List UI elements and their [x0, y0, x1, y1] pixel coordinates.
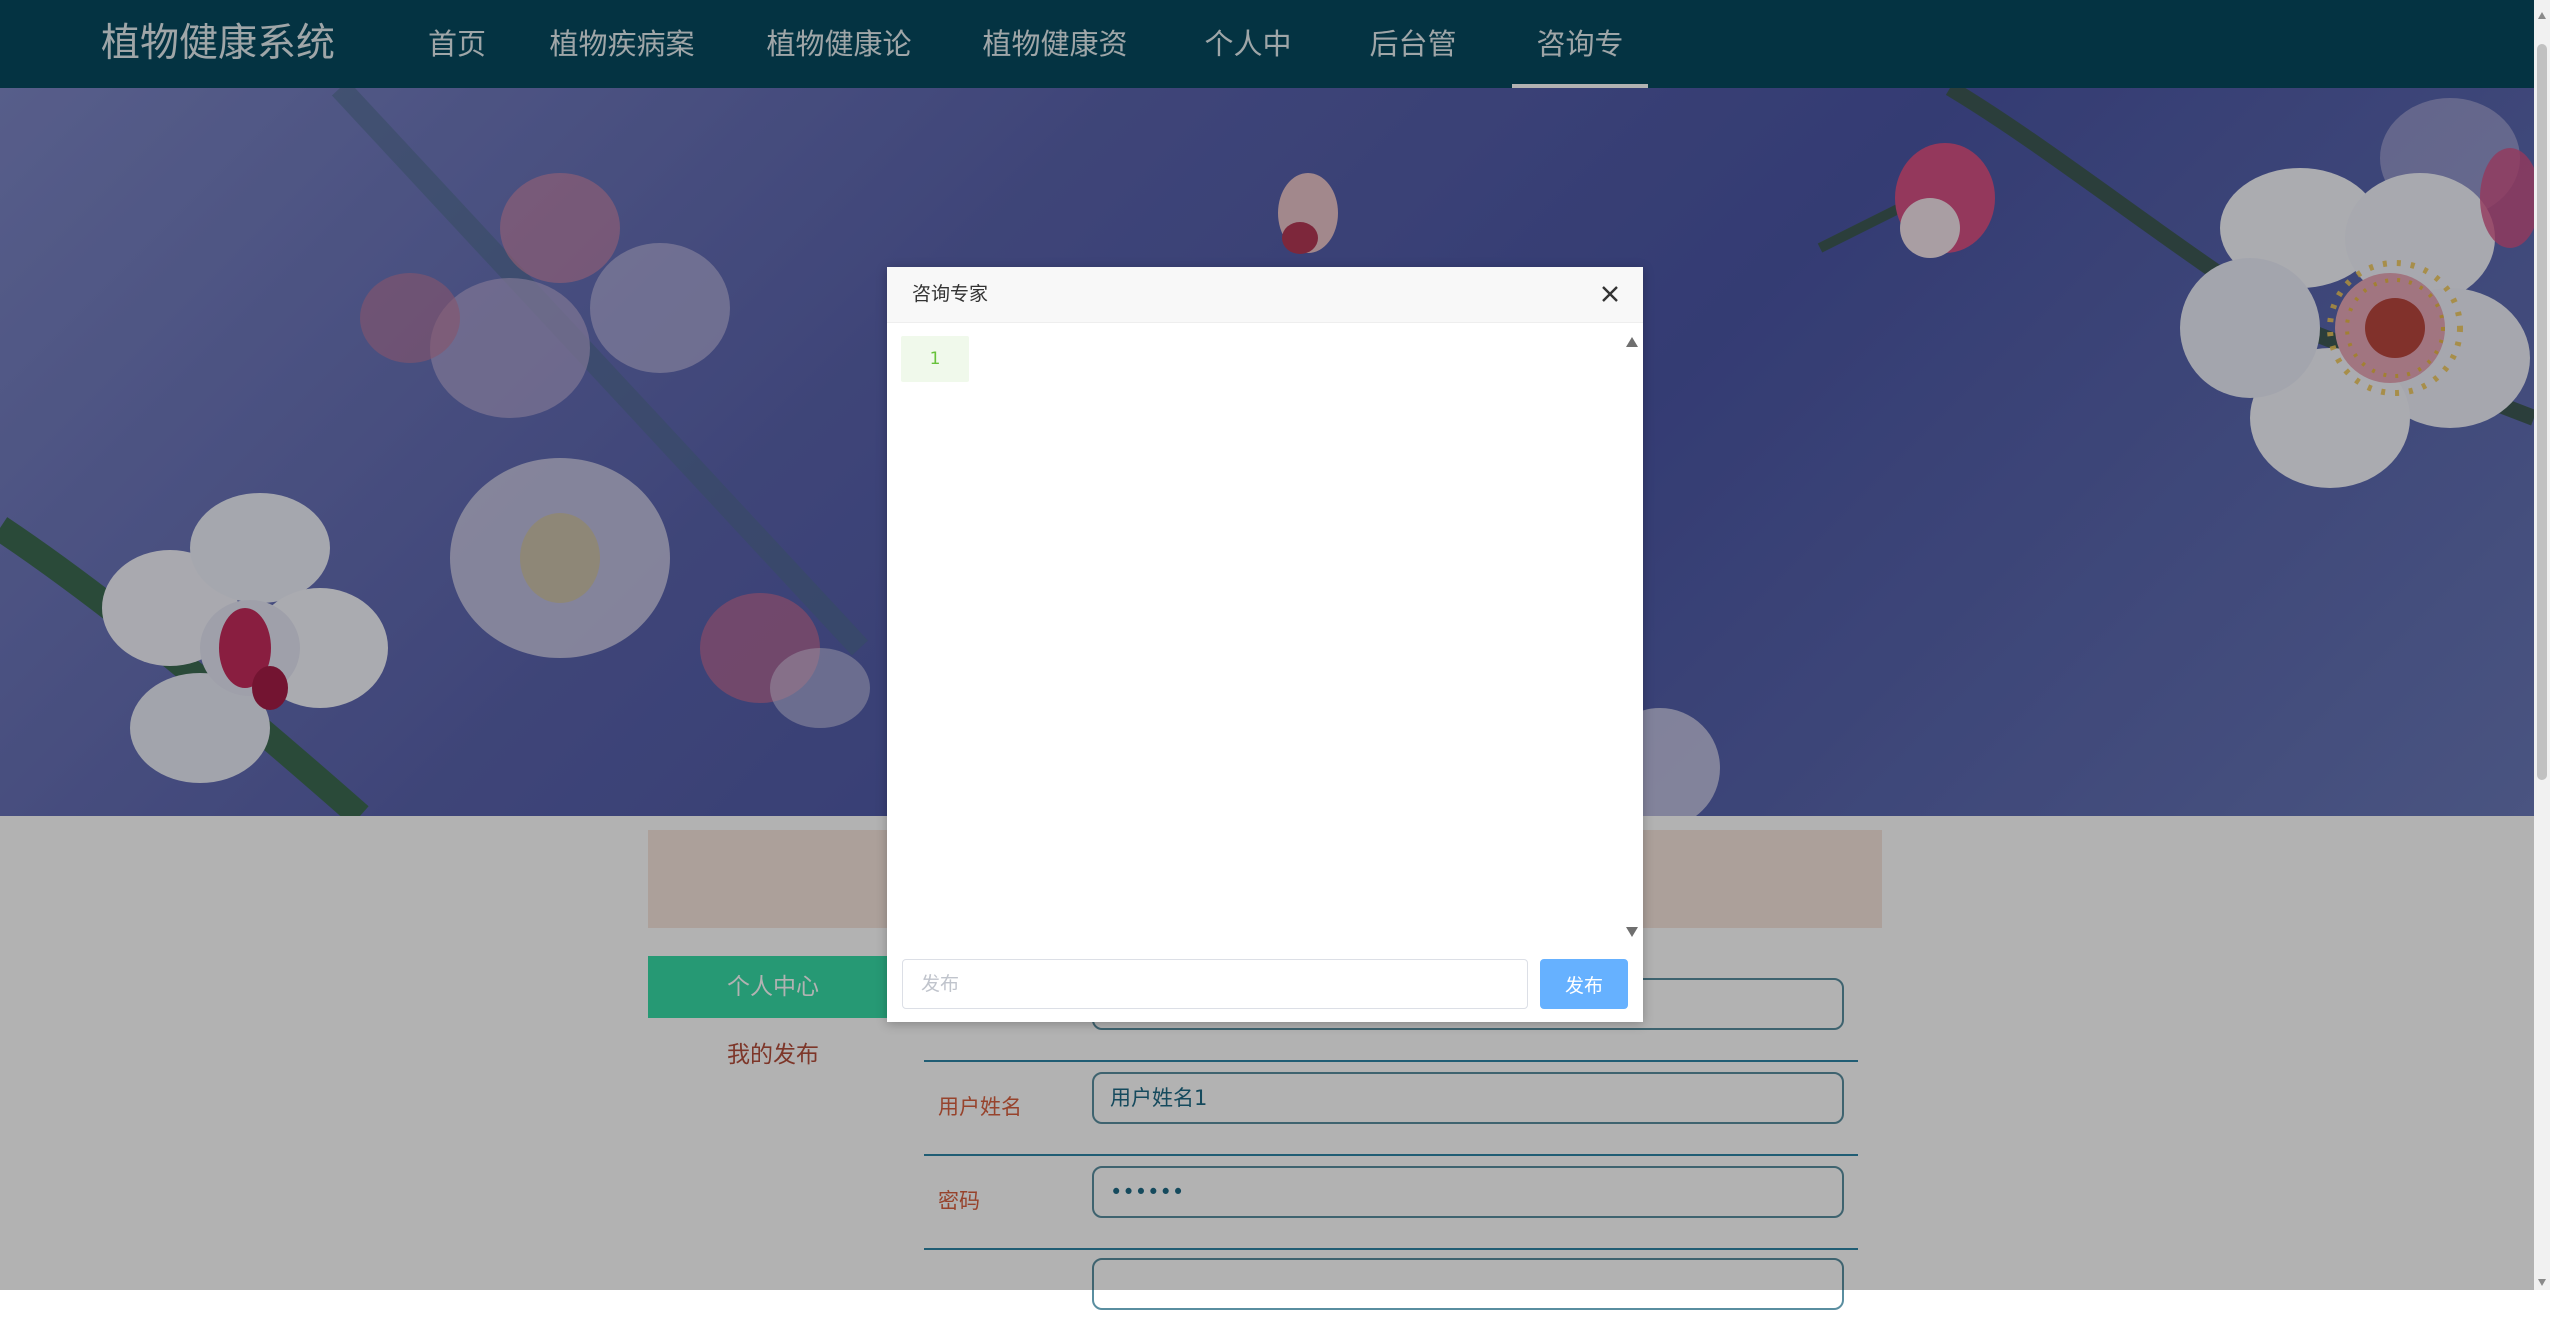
scrollbar-up-arrow-icon[interactable] — [2537, 6, 2547, 19]
page-scrollbar[interactable] — [2534, 0, 2550, 1290]
consult-expert-dialog: 咨询专家 1 发布 — [887, 267, 1643, 1022]
chat-message-bubble: 1 — [901, 336, 969, 382]
dialog-header: 咨询专家 — [887, 267, 1643, 323]
scroll-down-arrow-icon[interactable] — [1625, 923, 1639, 937]
publish-button[interactable]: 发布 — [1540, 959, 1628, 1009]
close-icon[interactable] — [1595, 279, 1625, 309]
message-input[interactable] — [902, 959, 1528, 1009]
scrollbar-down-arrow-icon[interactable] — [2537, 1272, 2547, 1286]
chat-message-list[interactable]: 1 — [887, 323, 1643, 943]
scroll-up-arrow-icon[interactable] — [1625, 333, 1639, 347]
page-scrollbar-thumb[interactable] — [2537, 44, 2547, 780]
dialog-title: 咨询专家 — [912, 283, 989, 305]
